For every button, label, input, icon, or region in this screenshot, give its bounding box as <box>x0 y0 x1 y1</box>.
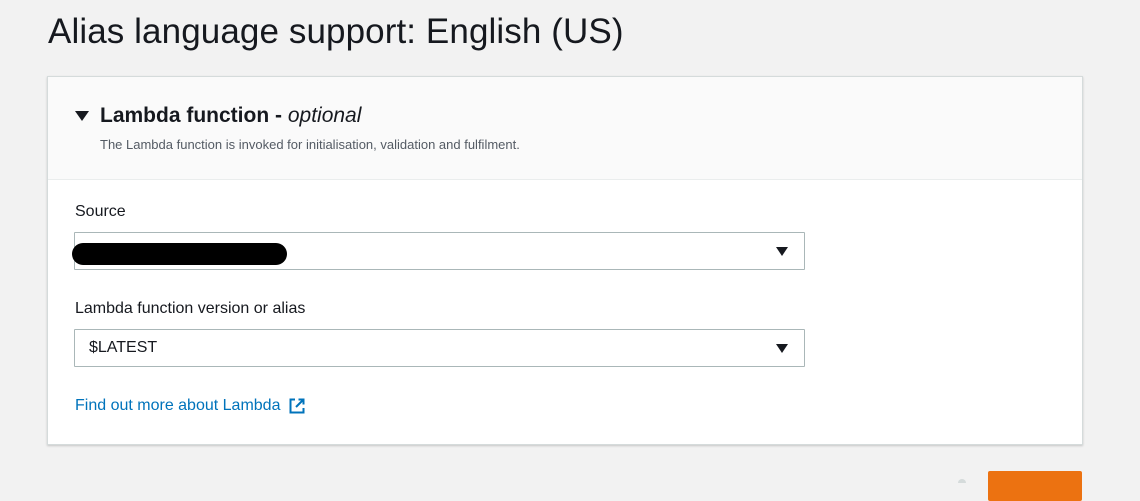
chevron-down-icon <box>776 247 788 256</box>
panel-title-text: Lambda function - <box>100 104 282 127</box>
external-link-icon <box>289 398 305 414</box>
panel-description: The Lambda function is invoked for initi… <box>100 137 520 152</box>
caret-down-icon[interactable] <box>75 111 89 121</box>
panel-header[interactable]: Lambda function - optional The Lambda fu… <box>48 77 1082 180</box>
version-select-value: $LATEST <box>89 339 158 356</box>
source-label: Source <box>75 203 126 220</box>
optional-label: optional <box>287 104 362 127</box>
panel-title: Lambda function - optional <box>100 102 361 130</box>
learn-more-lambda-link[interactable]: Find out more about Lambda <box>75 395 306 417</box>
learn-more-link-text: Find out more about Lambda <box>75 397 281 414</box>
lambda-function-panel: Lambda function - optional The Lambda fu… <box>47 76 1083 445</box>
source-select[interactable] <box>72 232 805 270</box>
chevron-down-icon <box>776 344 788 353</box>
secondary-button-edge[interactable] <box>958 479 966 483</box>
version-select[interactable]: $LATEST <box>74 329 805 367</box>
primary-button[interactable] <box>988 471 1082 501</box>
redacted-value-mask <box>72 243 287 265</box>
version-label: Lambda function version or alias <box>75 300 306 317</box>
page-title: Alias language support: English (US) <box>48 12 624 51</box>
